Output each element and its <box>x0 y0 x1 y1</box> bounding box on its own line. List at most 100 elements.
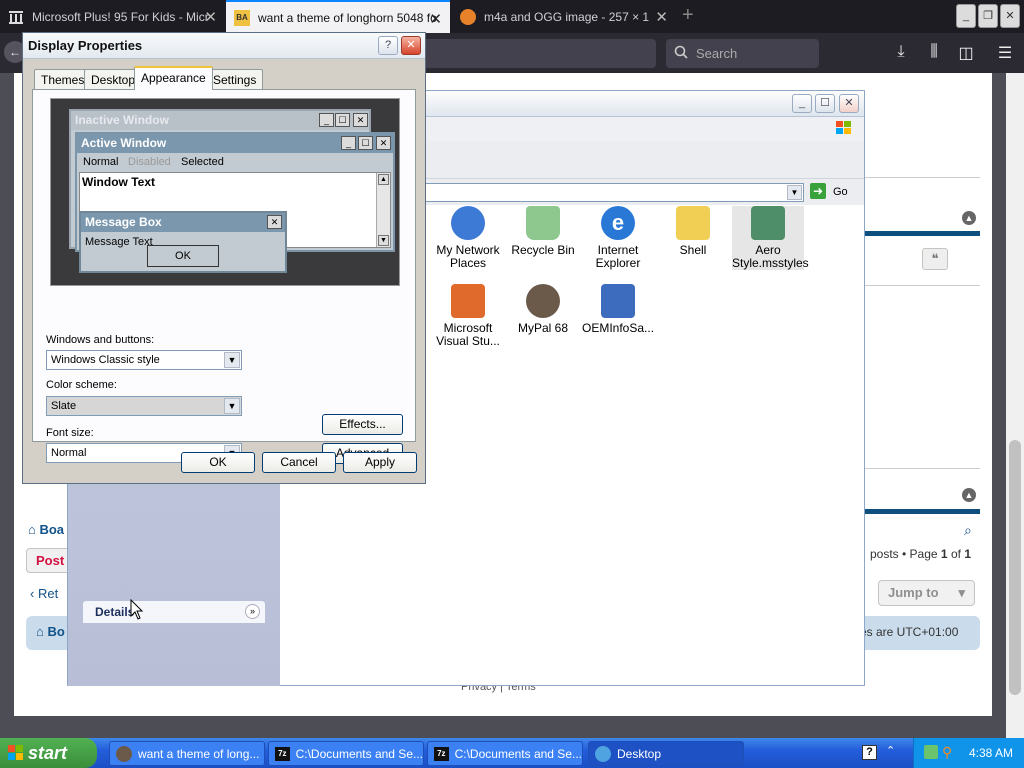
footer-board-link[interactable]: ⌂ Bo <box>36 624 65 639</box>
close-icon[interactable]: ✕ <box>655 8 668 26</box>
task-7zip-2[interactable]: 7z C:\Documents and Se... <box>427 741 583 766</box>
footer-board-text: Bo <box>47 624 65 639</box>
task-label: C:\Documents and Se... <box>454 746 582 761</box>
message-box-title: Message Box <box>81 213 285 232</box>
close-button[interactable]: ✕ <box>401 36 421 55</box>
desktop-icon-ie[interactable]: e Internet Explorer <box>582 206 654 270</box>
back-to-top-icon[interactable]: ▲ <box>962 211 976 225</box>
icon-label: Microsoft Visual Stu... <box>436 321 500 348</box>
menu-normal: Normal <box>83 156 119 168</box>
back-to-top-icon[interactable]: ▲ <box>962 488 976 502</box>
icon-label: Internet Explorer <box>595 243 641 270</box>
oeminfo-icon <box>601 284 635 318</box>
return-link[interactable]: ‹ Ret <box>30 586 58 601</box>
color-scheme-select[interactable]: Slate ▼ <box>46 396 242 416</box>
divider <box>865 285 980 286</box>
library-icon[interactable]: ⫼ <box>923 43 945 61</box>
address-input[interactable]: ▼ <box>424 183 804 202</box>
expand-icon[interactable]: » <box>245 604 260 619</box>
desktop-icon-visual-studio[interactable]: Microsoft Visual Stu... <box>432 284 504 348</box>
post-separator <box>865 231 980 236</box>
timezone-text: es are UTC+01:00 <box>860 625 959 639</box>
folder-icon <box>676 206 710 240</box>
new-tab-icon[interactable]: + <box>682 4 694 27</box>
clock[interactable]: 4:38 AM <box>969 746 1013 760</box>
task-7zip-1[interactable]: 7z C:\Documents and Se... <box>268 741 424 766</box>
desktop-icon-network[interactable]: My Network Places <box>432 206 504 270</box>
close-button[interactable]: ✕ <box>839 94 859 113</box>
details-panel-header[interactable]: Details » <box>83 601 265 623</box>
tab-longhorn-theme[interactable]: BA want a theme of longhorn 5048 fo ✕ <box>226 0 450 33</box>
search-box[interactable]: Search <box>666 39 819 68</box>
desktop-icon-aero-style[interactable]: Aero Style.msstyles <box>732 206 809 270</box>
pagination-info: posts • Page 1 of 1 <box>870 547 971 561</box>
window-frame-bottom <box>0 716 1006 738</box>
start-button[interactable]: start <box>0 738 97 768</box>
windows-buttons-select[interactable]: Windows Classic style ▼ <box>46 350 242 370</box>
apply-button[interactable]: Apply <box>343 452 417 473</box>
search-icon[interactable]: ⚲ <box>942 744 952 761</box>
browser-tab-bar: Microsoft Plus! 95 For Kids - Micr ✕ BA … <box>0 0 1024 33</box>
menu-selected: Selected <box>181 156 224 168</box>
tab-image[interactable]: m4a and OGG image - 257 × 1 ✕ <box>452 0 676 33</box>
board-index-link[interactable]: ⌂ Boa <box>28 522 64 537</box>
go-arrow-icon[interactable]: ➜ <box>810 183 826 199</box>
message-text: Message Text <box>85 236 153 248</box>
scroll-up-icon: ▲ <box>378 174 389 185</box>
msstyles-file-icon <box>751 206 785 240</box>
font-size-label: Font size: <box>46 427 94 439</box>
tab-settings[interactable]: Settings <box>206 69 264 89</box>
dialog-title: Display Properties <box>28 38 143 53</box>
search-placeholder: Search <box>696 46 738 61</box>
tab-microsoft-plus[interactable]: Microsoft Plus! 95 For Kids - Micr ✕ <box>0 0 225 33</box>
task-browser[interactable]: want a theme of long... <box>109 741 265 766</box>
go-button-label[interactable]: Go <box>833 186 848 198</box>
close-window-button[interactable]: ✕ <box>1000 4 1020 28</box>
sidebar-icon[interactable]: ◫ <box>955 43 977 63</box>
minimize-icon: _ <box>319 113 334 127</box>
task-desktop[interactable]: Desktop <box>588 741 744 766</box>
help-button[interactable]: ? <box>378 36 398 55</box>
cancel-button[interactable]: Cancel <box>262 452 336 473</box>
board-link-text: Boa <box>39 522 65 537</box>
restore-button[interactable]: ❐ <box>978 4 998 28</box>
ok-button[interactable]: OK <box>181 452 255 473</box>
url-bar[interactable] <box>420 39 656 68</box>
visual-studio-icon <box>451 284 485 318</box>
maximize-icon: ☐ <box>358 136 373 150</box>
chevron-down-icon: ▾ <box>958 585 965 600</box>
jump-to-button[interactable]: Jump to ▾ <box>878 580 975 606</box>
preview-scrollbar: ▲ ▼ <box>376 173 390 247</box>
desktop-icon-recycle-bin[interactable]: Recycle Bin <box>507 206 579 257</box>
icon-label: Aero Style.msstyles <box>732 243 809 270</box>
windows-flag-icon <box>834 119 854 137</box>
task-label: want a theme of long... <box>138 746 260 761</box>
task-label: Desktop <box>617 746 662 761</box>
desktop-icon-shell[interactable]: Shell <box>657 206 729 257</box>
search-icon[interactable]: ⌕ <box>964 522 972 539</box>
minimize-button[interactable]: _ <box>792 94 812 113</box>
menu-icon[interactable]: ☰ <box>994 43 1016 63</box>
recycle-bin-icon <box>526 206 560 240</box>
help-icon[interactable]: ? <box>862 745 877 760</box>
maximize-button[interactable]: ☐ <box>815 94 835 113</box>
minimize-button[interactable]: _ <box>956 4 976 28</box>
desktop-icon-oeminfo[interactable]: OEMInfoSa... <box>582 284 654 335</box>
quote-button[interactable]: ❝ <box>922 248 948 270</box>
download-icon[interactable]: ⤓ <box>890 43 912 61</box>
chevron-down-icon[interactable]: ▼ <box>787 185 802 200</box>
chevron-up-icon[interactable]: ⌃ <box>886 744 895 757</box>
scrollbar-thumb[interactable] <box>1009 440 1021 695</box>
mouse-cursor-icon <box>130 598 144 624</box>
preview-message-box: Message Box ✕ Message Text OK <box>79 211 287 273</box>
7zip-icon: 7z <box>275 746 290 761</box>
close-icon[interactable]: ✕ <box>204 8 217 26</box>
tab-themes[interactable]: Themes <box>34 69 92 89</box>
effects-button[interactable]: Effects... <box>322 414 403 435</box>
network-icon[interactable] <box>924 745 938 759</box>
message-ok-button: OK <box>147 245 219 267</box>
close-icon[interactable]: ✕ <box>429 10 442 28</box>
desktop-icon-mypal[interactable]: MyPal 68 <box>507 284 579 335</box>
close-icon: ✕ <box>267 215 282 229</box>
tab-appearance[interactable]: Appearance <box>134 66 213 90</box>
